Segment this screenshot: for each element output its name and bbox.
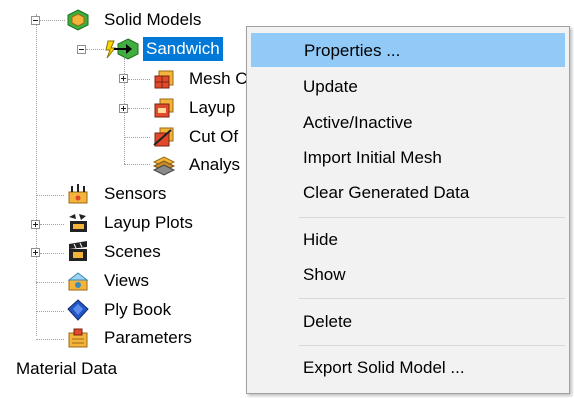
tree-item-sandwich[interactable]: Sandwich (143, 37, 223, 61)
expand-layup-toggle[interactable] (119, 104, 128, 113)
expand-scenes-toggle[interactable] (31, 248, 40, 257)
context-menu: Properties ... Update Active/Inactive Im… (246, 26, 570, 394)
cut-off-icon (152, 126, 176, 148)
analysis-icon (152, 154, 176, 176)
tree-connector-line (36, 14, 37, 336)
layup-icon (152, 97, 176, 119)
tree-item-mesh[interactable]: Mesh C (186, 67, 251, 91)
menu-item-delete[interactable]: Delete (251, 305, 565, 339)
mesh-icon (152, 68, 176, 90)
collapse-sandwich-toggle[interactable] (77, 45, 86, 54)
scenes-icon (66, 241, 90, 263)
menu-item-hide[interactable]: Hide (251, 223, 565, 257)
tree-connector-line (124, 164, 150, 165)
menu-item-import-initial-mesh[interactable]: Import Initial Mesh (251, 141, 565, 175)
tree-connector-line (124, 137, 150, 138)
menu-separator (299, 217, 565, 218)
ply-book-icon (66, 299, 90, 321)
views-icon (66, 270, 90, 292)
sensors-icon (66, 183, 90, 205)
ui-root: Solid Models Sandwich Mesh C Layup Cut O… (0, 0, 574, 398)
menu-item-show[interactable]: Show (251, 258, 565, 292)
solid-models-icon (66, 9, 90, 31)
tree-item-layup[interactable]: Layup (186, 96, 238, 120)
menu-item-update[interactable]: Update (251, 70, 565, 104)
tree-item-sensors[interactable]: Sensors (101, 182, 169, 206)
tree-item-material-data[interactable]: Material Data (16, 357, 117, 381)
tree-connector-line (128, 108, 150, 109)
tree-item-ply-book[interactable]: Ply Book (101, 298, 174, 322)
tree-item-views[interactable]: Views (101, 269, 152, 293)
tree-connector-line (36, 282, 64, 283)
tree-item-cut-off[interactable]: Cut Of (186, 125, 241, 149)
menu-separator (299, 345, 565, 346)
tree-connector-line (36, 195, 64, 196)
tree-connector-line (36, 339, 64, 340)
menu-item-active-inactive[interactable]: Active/Inactive (251, 106, 565, 140)
tree-item-analysis[interactable]: Analys (186, 153, 243, 177)
tree-connector-line (40, 20, 65, 21)
menu-item-export-solid-model[interactable]: Export Solid Model ... (251, 351, 565, 385)
tree-connector-line (128, 79, 150, 80)
parameters-icon (66, 327, 90, 349)
layup-plots-icon (66, 212, 90, 234)
tree-item-solid-models[interactable]: Solid Models (101, 8, 204, 32)
menu-item-clear-generated-data[interactable]: Clear Generated Data (251, 176, 565, 210)
tree-connector-line (40, 253, 64, 254)
expand-layup-plots-toggle[interactable] (31, 220, 40, 229)
collapse-solid-models-toggle[interactable] (31, 16, 40, 25)
tree-item-parameters[interactable]: Parameters (101, 326, 195, 350)
tree-connector-line (36, 311, 64, 312)
menu-item-properties[interactable]: Properties ... (251, 33, 565, 67)
tree-connector-line (86, 49, 104, 50)
sandwich-solid-model-icon (104, 38, 140, 60)
tree-item-layup-plots[interactable]: Layup Plots (101, 211, 196, 235)
tree-connector-line (40, 224, 64, 225)
tree-item-scenes[interactable]: Scenes (101, 240, 164, 264)
menu-separator (299, 298, 565, 299)
expand-mesh-toggle[interactable] (119, 74, 128, 83)
